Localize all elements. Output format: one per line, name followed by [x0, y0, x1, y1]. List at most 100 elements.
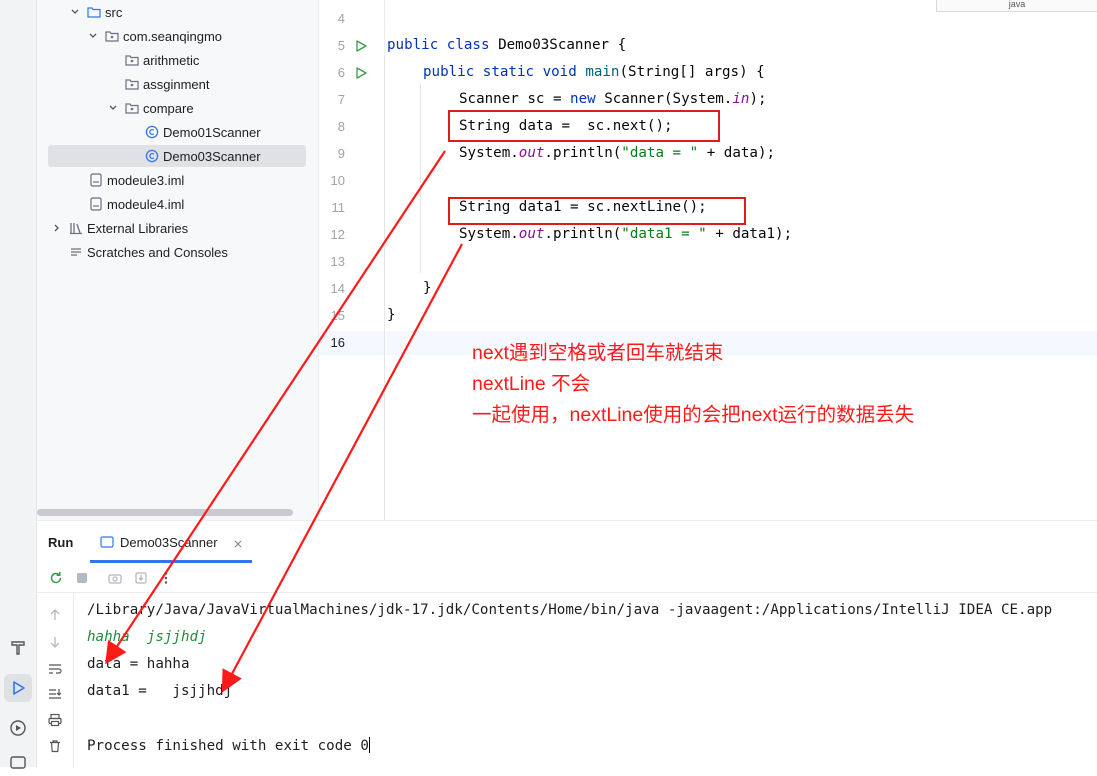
- run-toolbar: [37, 564, 1097, 593]
- line-number: 9: [337, 146, 345, 161]
- line-number: 4: [337, 11, 345, 26]
- tree-item-assginment[interactable]: assginment: [125, 73, 209, 95]
- tree-item-label: compare: [143, 100, 194, 116]
- tree-item-label: modeule3.iml: [107, 172, 185, 188]
- tree-item-label: Demo01Scanner: [163, 124, 261, 140]
- module-file-icon: [89, 197, 103, 211]
- tree-item-package[interactable]: com.seanqingmo: [87, 25, 222, 47]
- annotation-line-2: nextLine 不会: [472, 373, 591, 395]
- line-number: 12: [330, 227, 345, 242]
- run-tab-demo03scanner[interactable]: Demo03Scanner: [90, 521, 252, 563]
- console-exit-line: Process finished with exit code 0: [87, 737, 370, 754]
- code-line-12: System.out.println("data1 = " + data1);: [459, 226, 793, 242]
- code-editor[interactable]: 4 5 6 7 8 9 10 11 12 13 14 15 16 public …: [318, 0, 1097, 521]
- tree-item-label: com.seanqingmo: [123, 28, 222, 44]
- tree-item-demo03scanner[interactable]: Demo03Scanner: [48, 145, 306, 167]
- tree-item-demo01scanner[interactable]: Demo01Scanner: [145, 121, 261, 143]
- tree-item-scratches[interactable]: Scratches and Consoles: [69, 241, 228, 263]
- rerun-icon[interactable]: [48, 570, 64, 586]
- tree-item-modeule4-iml[interactable]: modeule4.iml: [89, 193, 184, 215]
- chevron-down-icon[interactable]: [69, 6, 81, 18]
- line-number: 5: [337, 38, 345, 53]
- tree-item-label: External Libraries: [87, 220, 189, 236]
- line-number: 6: [337, 65, 345, 80]
- code-line-14: }: [423, 280, 432, 296]
- stop-icon[interactable]: [74, 570, 90, 586]
- java-class-icon: [145, 149, 159, 163]
- highlight-box-next: [448, 110, 720, 142]
- clear-trash-icon[interactable]: [47, 738, 63, 754]
- tree-item-label: Scratches and Consoles: [87, 244, 228, 260]
- console-output-line: data = hahha: [87, 656, 190, 672]
- tree-item-src[interactable]: src: [69, 1, 122, 23]
- tree-item-modeule3-iml[interactable]: modeule3.iml: [89, 169, 184, 191]
- java-class-icon: [145, 125, 159, 139]
- console-tab-icon: [100, 535, 114, 554]
- line-number: 8: [337, 119, 345, 134]
- chevron-down-icon[interactable]: [107, 102, 119, 114]
- console-output-line: data1 = jsjjhdj: [87, 683, 233, 699]
- tree-item-label: modeule4.iml: [107, 196, 185, 212]
- tree-item-label: src: [105, 4, 123, 20]
- tree-item-label: Demo03Scanner: [163, 148, 261, 164]
- services-icon[interactable]: [4, 714, 32, 742]
- line-number: 10: [330, 173, 345, 188]
- chevron-right-icon[interactable]: [51, 222, 63, 234]
- project-horizontal-scrollbar[interactable]: [37, 509, 293, 516]
- code-line-9: System.out.println("data = " + data);: [459, 145, 776, 161]
- scroll-down-icon[interactable]: [47, 634, 63, 650]
- line-number: 13: [330, 254, 345, 269]
- text-caret: [368, 737, 370, 753]
- run-header: Run Demo03Scanner: [37, 521, 1097, 563]
- close-tab-icon[interactable]: [233, 536, 243, 554]
- editor-corner-tag: java: [936, 0, 1097, 12]
- code-line-7: Scanner sc = new Scanner(System.in);: [459, 91, 767, 107]
- console-user-input: hahha jsjjhdj: [87, 629, 207, 645]
- tree-item-arithmetic[interactable]: arithmetic: [125, 49, 199, 71]
- package-folder-icon: [125, 53, 139, 67]
- package-folder-icon: [125, 101, 139, 115]
- run-main-gutter-icon[interactable]: [355, 66, 367, 79]
- code-line-5: public class Demo03Scanner {: [387, 37, 627, 53]
- run-class-gutter-icon[interactable]: [355, 39, 367, 52]
- print-icon[interactable]: [47, 712, 63, 728]
- console-command-line: /Library/Java/JavaVirtualMachines/jdk-17…: [87, 602, 1053, 618]
- run-tab-label: Demo03Scanner: [120, 535, 218, 550]
- indent-guide: [420, 83, 421, 273]
- run-tool-icon[interactable]: [4, 674, 32, 702]
- editor-gutter: 4 5 6 7 8 9 10 11 12 13 14 15 16: [319, 0, 383, 520]
- tree-item-label: assginment: [143, 76, 210, 92]
- line-number: 11: [331, 200, 346, 215]
- project-tree-panel: src com.seanqingmo arithmetic assginment…: [37, 0, 318, 520]
- console-side-toolbar: [37, 593, 74, 768]
- line-number: 7: [337, 92, 345, 107]
- module-file-icon: [89, 173, 103, 187]
- tree-item-external-libraries[interactable]: External Libraries: [51, 217, 188, 239]
- line-number: 14: [330, 281, 345, 296]
- annotation-line-3: 一起使用，nextLine使用的会把next运行的数据丢失: [472, 404, 915, 426]
- highlight-box-nextline: [448, 197, 746, 225]
- package-folder-icon: [105, 29, 119, 43]
- scroll-to-end-icon[interactable]: [47, 686, 63, 702]
- line-number: 16: [330, 335, 345, 350]
- annotation-line-1: next遇到空格或者回车就结束: [472, 342, 724, 364]
- line-number: 15: [330, 308, 345, 323]
- code-line-6: public static void main(String[] args) {: [423, 64, 765, 80]
- scroll-up-icon[interactable]: [47, 607, 63, 623]
- soft-wrap-icon[interactable]: [47, 661, 63, 677]
- source-folder-icon: [87, 5, 101, 19]
- code-line-15: }: [387, 307, 396, 323]
- active-tab-indicator: [90, 560, 252, 563]
- tree-item-label: arithmetic: [143, 52, 200, 68]
- tree-item-compare[interactable]: compare: [107, 97, 194, 119]
- camera-icon[interactable]: [107, 570, 123, 586]
- restore-layout-icon[interactable]: [133, 570, 149, 586]
- chevron-down-icon[interactable]: [87, 30, 99, 42]
- more-options-icon[interactable]: [158, 570, 174, 586]
- build-hammer-icon[interactable]: [4, 634, 32, 662]
- library-icon: [69, 221, 83, 235]
- run-tool-window: Run Demo03Scanner /Library/Java/JavaVirt…: [37, 520, 1097, 768]
- terminal-icon[interactable]: [4, 748, 32, 776]
- scratches-icon: [69, 245, 83, 259]
- tool-window-strip: [0, 0, 37, 769]
